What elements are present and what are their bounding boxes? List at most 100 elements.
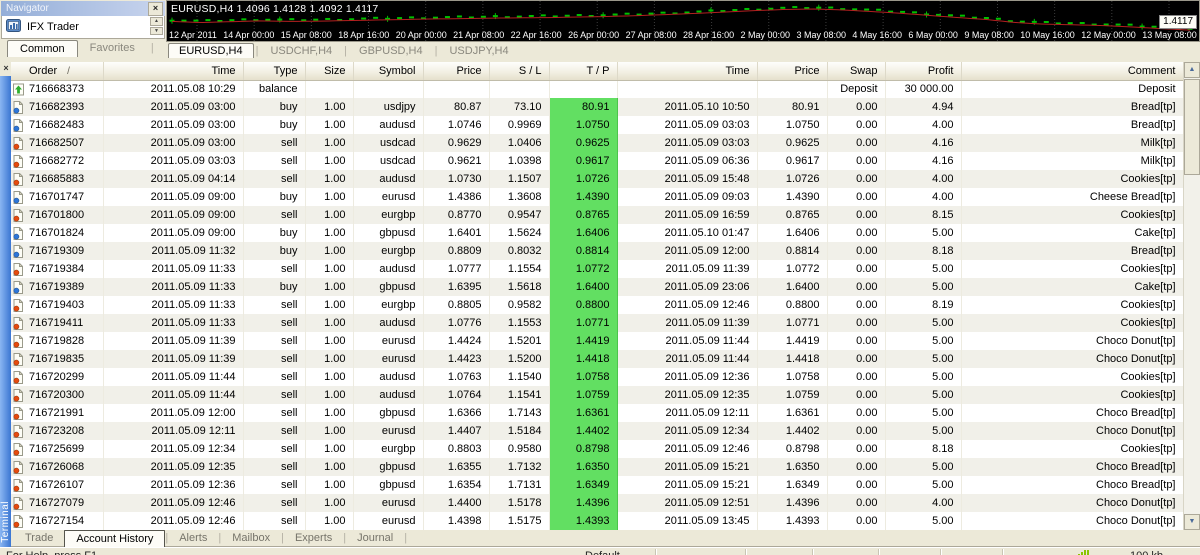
terminal-tab-journal[interactable]: Journal <box>346 530 404 546</box>
column-header-comment[interactable]: Comment <box>961 62 1183 81</box>
terminal-tab-account-history[interactable]: Account History <box>64 530 166 547</box>
terminal-tab-alerts[interactable]: Alerts <box>168 530 218 546</box>
history-row[interactable]: 716685883 2011.05.09 04:14 sell 1.00 audusd 1… <box>11 170 1183 188</box>
scroll-up-icon[interactable]: ▲ <box>1184 62 1200 78</box>
terminal-tab-mailbox[interactable]: Mailbox <box>221 530 281 546</box>
symbol-cell: gbpusd <box>353 458 424 476</box>
comment-cell: Milk[tp] <box>961 152 1183 170</box>
close-time-cell: 2011.05.09 13:45 <box>617 512 758 530</box>
history-row[interactable]: 716682772 2011.05.09 03:03 sell 1.00 usdcad 0… <box>11 152 1183 170</box>
column-header-type[interactable]: Type <box>243 62 306 81</box>
open-time-cell: 2011.05.09 12:36 <box>103 476 244 494</box>
history-row[interactable]: 716727079 2011.05.09 12:46 sell 1.00 eurusd 1… <box>11 494 1183 512</box>
chart-tab-eurusd-h4[interactable]: EURUSD,H4 <box>168 43 254 58</box>
history-row[interactable]: 716701747 2011.05.09 09:00 buy 1.00 eurusd 1.… <box>11 188 1183 206</box>
column-header-s-l[interactable]: S / L <box>489 62 550 81</box>
history-row[interactable]: 716720299 2011.05.09 11:44 sell 1.00 audusd 1… <box>11 368 1183 386</box>
chart-tab-usdjpy-h4[interactable]: USDJPY,H4 <box>439 44 518 58</box>
order-number: 716701800 <box>29 209 85 221</box>
navigator-tab-common[interactable]: Common <box>7 40 78 57</box>
history-row[interactable]: 716682507 2011.05.09 03:00 sell 1.00 usdcad 0… <box>11 134 1183 152</box>
size-cell: 1.00 <box>305 458 354 476</box>
scroll-down-icon[interactable]: ▼ <box>1184 514 1200 530</box>
tp-cell: 1.6406 <box>549 224 618 242</box>
column-header-time[interactable]: Time <box>617 62 758 81</box>
open-price-cell: 80.87 <box>423 98 490 116</box>
spinner-down-icon[interactable]: ▼ <box>150 26 163 35</box>
sell-order-icon <box>13 261 24 276</box>
close-price-cell: 1.4402 <box>757 422 828 440</box>
order-number: 716668373 <box>29 83 85 96</box>
history-row[interactable]: 716682483 2011.05.09 03:00 buy 1.00 audusd 1.… <box>11 116 1183 134</box>
chart-area: EURUSD,H4 1.4096 1.4128 1.4092 1.4117 1.… <box>166 0 1200 58</box>
chart-time-axis: 12 Apr 2011 14 Apr 00:00 15 Apr 08:00 18 Ap… <box>169 30 1197 40</box>
order-cell: 716726068 <box>11 458 104 476</box>
size-cell: 1.00 <box>305 512 354 530</box>
chart-tab-gbpusd-h4[interactable]: GBPUSD,H4 <box>349 44 433 58</box>
statusbar-divider <box>878 549 880 555</box>
close-price-cell: 0.9617 <box>757 152 828 170</box>
column-header-price[interactable]: Price <box>757 62 828 81</box>
column-header-swap[interactable]: Swap <box>827 62 886 81</box>
order-cell: 716727079 <box>11 494 104 512</box>
spinner-up-icon[interactable]: ▲ <box>150 17 163 26</box>
comment-cell: Choco Donut[tp] <box>961 494 1183 512</box>
column-header-price[interactable]: Price <box>423 62 490 81</box>
terminal-close-icon[interactable]: × <box>1 63 11 74</box>
history-row[interactable]: 716719835 2011.05.09 11:39 sell 1.00 eurusd 1… <box>11 350 1183 368</box>
history-row[interactable]: 716719403 2011.05.09 11:33 sell 1.00 eurgbp 0… <box>11 296 1183 314</box>
history-row[interactable]: 716719389 2011.05.09 11:33 buy 1.00 gbpusd 1.… <box>11 278 1183 296</box>
sl-cell: 1.5201 <box>489 332 550 350</box>
history-row[interactable]: 716719828 2011.05.09 11:39 sell 1.00 eurusd 1… <box>11 332 1183 350</box>
history-row[interactable]: 716719309 2011.05.09 11:32 buy 1.00 eurgbp 0.… <box>11 242 1183 260</box>
navigator-titlebar[interactable]: Navigator × <box>1 1 165 16</box>
order-cell: 716725699 <box>11 440 104 458</box>
navigator-spinner: ▲ ▼ <box>150 17 163 35</box>
column-header-t-p[interactable]: T / P <box>549 62 618 81</box>
open-price-cell: 1.6395 <box>423 278 490 296</box>
history-row[interactable]: 716701800 2011.05.09 09:00 sell 1.00 eurgbp 0… <box>11 206 1183 224</box>
history-row[interactable]: 716721991 2011.05.09 12:00 sell 1.00 gbpusd 1… <box>11 404 1183 422</box>
sell-order-icon <box>13 459 24 474</box>
sl-cell: 1.1554 <box>489 260 550 278</box>
swap-cell: 0.00 <box>827 170 886 188</box>
history-row[interactable]: 716726107 2011.05.09 12:36 sell 1.00 gbpusd 1… <box>11 476 1183 494</box>
history-row[interactable]: 716719411 2011.05.09 11:33 sell 1.00 audusd 1… <box>11 314 1183 332</box>
history-row[interactable]: 716723208 2011.05.09 12:11 sell 1.00 eurusd 1… <box>11 422 1183 440</box>
column-header-size[interactable]: Size <box>305 62 354 81</box>
history-row[interactable]: 716682393 2011.05.09 03:00 buy 1.00 usdjpy 80… <box>11 98 1183 116</box>
history-row[interactable]: 716727154 2011.05.09 12:46 sell 1.00 eurusd 1… <box>11 512 1183 530</box>
size-cell: 1.00 <box>305 116 354 134</box>
chart-tab-usdchf-h4[interactable]: USDCHF,H4 <box>260 44 342 58</box>
column-header-symbol[interactable]: Symbol <box>353 62 424 81</box>
table-scrollbar[interactable]: ▲ ▼ <box>1183 62 1200 530</box>
column-header-time[interactable]: Time <box>103 62 244 81</box>
history-row[interactable]: 716720300 2011.05.09 11:44 sell 1.00 audusd 1… <box>11 386 1183 404</box>
eurusd-mini-chart[interactable]: EURUSD,H4 1.4096 1.4128 1.4092 1.4117 1.… <box>166 0 1200 42</box>
sl-cell: 1.7131 <box>489 476 550 494</box>
column-header-order[interactable]: Order / <box>11 62 104 81</box>
column-header-profit[interactable]: Profit <box>885 62 962 81</box>
scrollbar-thumb[interactable] <box>1184 79 1200 175</box>
history-row[interactable]: 716725699 2011.05.09 12:34 sell 1.00 eurgbp 0… <box>11 440 1183 458</box>
open-price-cell: 0.8809 <box>423 242 490 260</box>
profit-cell: 8.15 <box>885 206 962 224</box>
size-cell: 1.00 <box>305 98 354 116</box>
history-row[interactable]: 716726068 2011.05.09 12:35 sell 1.00 gbpusd 1… <box>11 458 1183 476</box>
navigator-item-ifx-trader[interactable]: IFX Trader ▲ ▼ <box>1 16 165 39</box>
sell-order-icon <box>13 513 24 528</box>
history-row[interactable]: 716668373 2011.05.08 10:29 balance Deposit 3… <box>11 80 1183 98</box>
history-row[interactable]: 716701824 2011.05.09 09:00 buy 1.00 gbpusd 1.… <box>11 224 1183 242</box>
navigator-close-icon[interactable]: × <box>148 1 163 16</box>
sl-cell: 1.0398 <box>489 152 550 170</box>
open-price-cell: 1.4398 <box>423 512 490 530</box>
swap-cell: 0.00 <box>827 278 886 296</box>
size-cell: 1.00 <box>305 368 354 386</box>
close-price-cell: 1.6406 <box>757 224 828 242</box>
terminal-tab-trade[interactable]: Trade <box>14 530 64 546</box>
history-row[interactable]: 716719384 2011.05.09 11:33 sell 1.00 audusd 1… <box>11 260 1183 278</box>
navigator-tab-favorites[interactable]: Favorites <box>78 41 147 56</box>
order-number: 716685883 <box>29 173 85 185</box>
terminal-tab-experts[interactable]: Experts <box>284 530 343 546</box>
size-cell: 1.00 <box>305 296 354 314</box>
